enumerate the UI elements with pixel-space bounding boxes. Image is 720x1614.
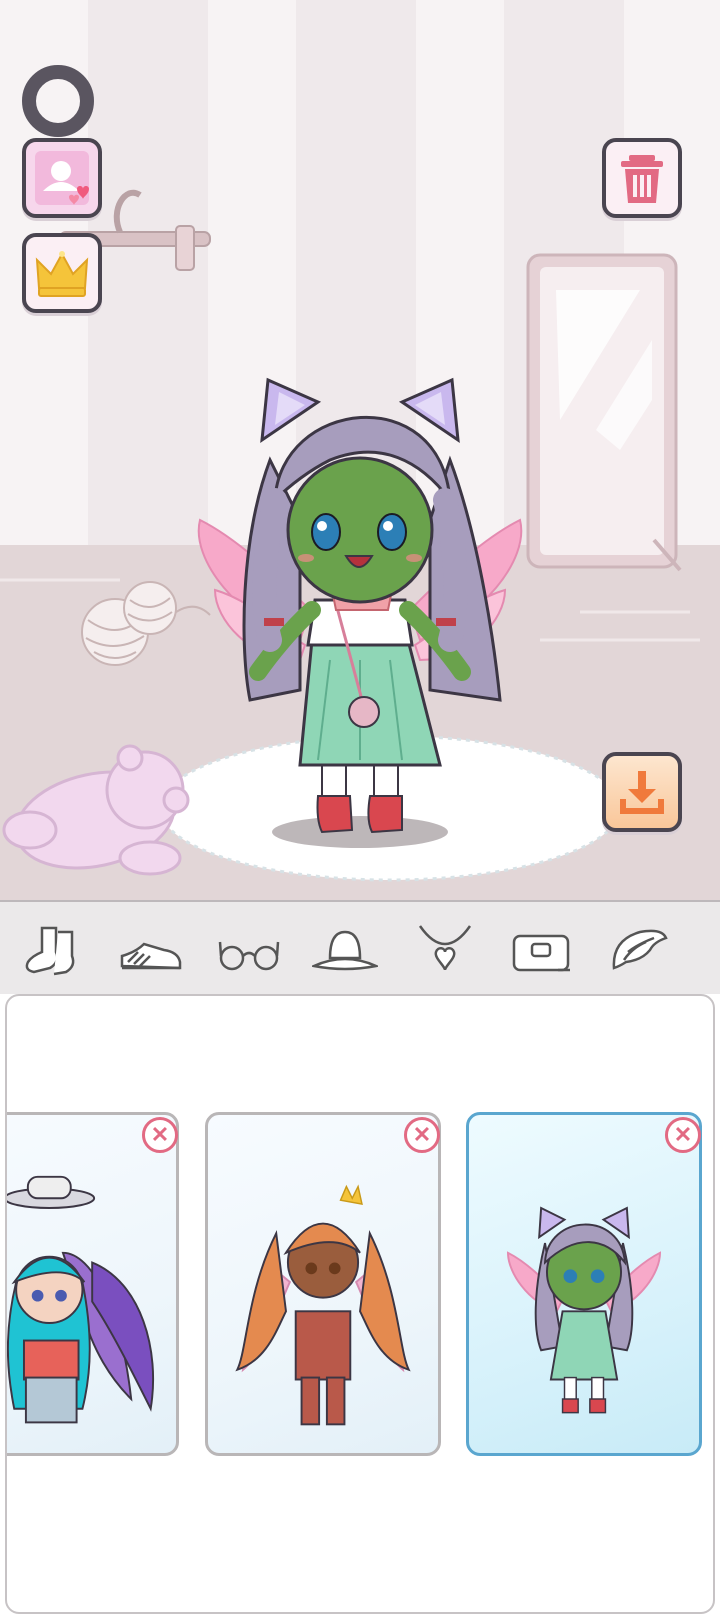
trash-icon (621, 155, 663, 203)
saved-characters-panel: ✕ ✕ ✕ (5, 994, 715, 1614)
necklace-icon (418, 925, 472, 971)
teal-hair-character-thumbnail (7, 1175, 155, 1424)
delete-all-button[interactable] (602, 138, 682, 218)
category-hats[interactable] (309, 922, 381, 978)
accessory-category-bar (0, 900, 720, 994)
orange-hair-character-thumbnail (235, 1184, 411, 1426)
download-icon (620, 771, 664, 814)
category-shoes[interactable] (118, 922, 184, 978)
floor-mirror-icon (526, 253, 682, 572)
dressup-stage (0, 0, 720, 900)
category-glasses[interactable] (216, 922, 282, 978)
category-necklaces[interactable] (412, 922, 478, 978)
favorites-button[interactable] (22, 138, 102, 218)
wing-icon (612, 929, 668, 970)
premium-button[interactable] (22, 233, 102, 313)
saved-character-card-selected[interactable]: ✕ (466, 1112, 702, 1456)
shoes-icon (120, 942, 182, 970)
glasses-icon (218, 941, 280, 971)
category-socks[interactable] (20, 922, 86, 978)
delete-character-button[interactable]: ✕ (142, 1117, 178, 1153)
bag-icon (512, 934, 570, 972)
save-download-button[interactable] (602, 752, 682, 832)
category-wings[interactable] (606, 922, 672, 978)
crown-icon (35, 251, 89, 297)
avatar-hearts-icon (35, 151, 89, 205)
saved-character-card[interactable]: ✕ (205, 1112, 441, 1456)
delete-character-button[interactable]: ✕ (665, 1117, 701, 1153)
hat-icon (309, 930, 381, 971)
delete-character-button[interactable]: ✕ (404, 1117, 440, 1153)
category-bags[interactable] (508, 922, 574, 978)
saved-character-card[interactable]: ✕ (7, 1112, 179, 1456)
socks-icon (25, 926, 75, 976)
lavender-hair-character-thumbnail (507, 1206, 661, 1414)
settings-ring-icon[interactable] (22, 65, 94, 137)
